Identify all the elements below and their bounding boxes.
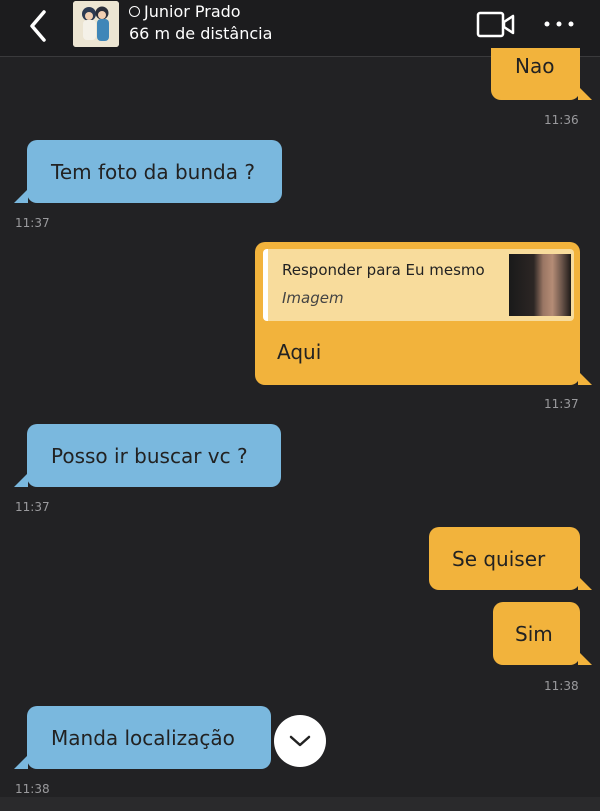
message-bubble-outgoing[interactable]: Sim	[493, 602, 580, 665]
bubble-tail	[578, 651, 592, 665]
scroll-to-bottom-button[interactable]	[274, 715, 326, 767]
more-horizontal-icon	[544, 21, 574, 27]
message-text: Aqui	[277, 340, 322, 364]
message-bubble-outgoing[interactable]: Nao	[491, 48, 580, 100]
message-bubble-incoming[interactable]: Posso ir buscar vc ?	[27, 424, 281, 487]
more-options-button[interactable]	[542, 10, 576, 38]
bubble-tail	[578, 371, 592, 385]
bubble-tail	[578, 576, 592, 590]
reply-preview[interactable]: Responder para Eu mesmo Imagem	[263, 249, 574, 321]
bubble-tail	[578, 86, 592, 100]
message-bubble-incoming[interactable]: Tem foto da bunda ?	[27, 140, 282, 203]
message-timestamp: 11:37	[15, 216, 50, 230]
bubble-tail	[14, 755, 28, 769]
bottom-bar	[0, 797, 600, 811]
bubble-tail	[14, 473, 28, 487]
video-camera-icon	[476, 11, 515, 38]
message-text: Nao	[515, 54, 555, 78]
video-call-button[interactable]	[476, 10, 516, 40]
message-timestamp: 11:36	[544, 113, 579, 127]
reply-image-thumbnail[interactable]	[509, 254, 571, 316]
message-timestamp: 11:37	[15, 500, 50, 514]
reply-title: Responder para Eu mesmo	[282, 261, 485, 279]
message-text: Tem foto da bunda ?	[51, 159, 255, 184]
bubble-tail	[14, 189, 28, 203]
message-bubble-outgoing[interactable]: Se quiser	[429, 527, 580, 590]
message-text: Posso ir buscar vc ?	[51, 443, 248, 468]
chevron-down-icon	[289, 735, 311, 747]
message-bubble-incoming[interactable]: Manda localização	[27, 706, 271, 769]
online-status-icon	[129, 6, 140, 17]
reply-subtitle: Imagem	[282, 289, 344, 307]
message-timestamp: 11:38	[15, 782, 50, 796]
contact-name[interactable]: Junior Prado	[129, 2, 241, 21]
avatar[interactable]	[73, 1, 119, 47]
contact-name-text: Junior Prado	[144, 2, 241, 21]
message-timestamp: 11:37	[544, 397, 579, 411]
message-text: Sim	[515, 621, 553, 646]
back-button[interactable]	[22, 6, 58, 46]
message-text: Manda localização	[51, 725, 235, 750]
chevron-left-icon	[30, 10, 46, 42]
message-timestamp: 11:38	[544, 679, 579, 693]
message-text: Se quiser	[452, 546, 546, 571]
distance-label: 66 m de distância	[129, 24, 273, 43]
